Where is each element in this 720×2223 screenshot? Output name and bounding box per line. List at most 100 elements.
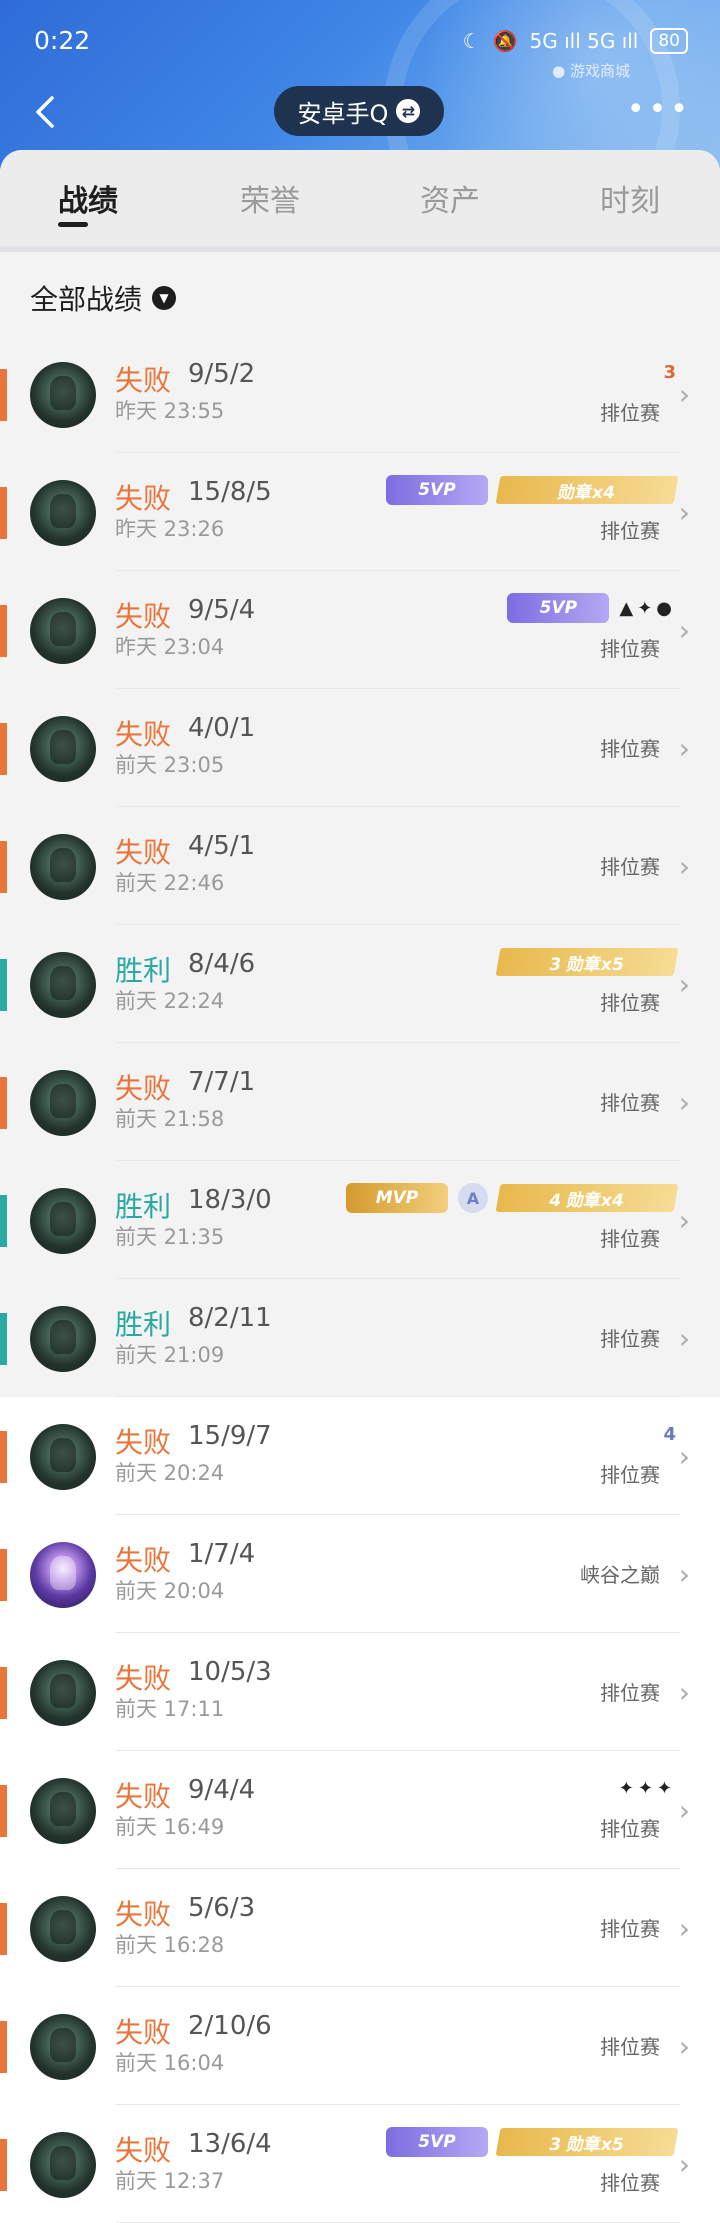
match-badges: 3 勋章x5 bbox=[495, 947, 679, 977]
result-indicator-bar bbox=[0, 369, 7, 421]
match-badges: MVP A 4 勋章x4 bbox=[346, 1183, 679, 1213]
streak-number: 3 bbox=[663, 361, 676, 383]
match-badges: 5VP 勋章x4 bbox=[386, 475, 679, 505]
match-time: 前天 22:24 bbox=[115, 989, 225, 1013]
chevron-right-icon: › bbox=[678, 614, 690, 647]
medal-badge: 4 勋章x4 bbox=[495, 1184, 679, 1212]
result-indicator-bar bbox=[0, 2139, 7, 2191]
match-kda: 8/4/6 bbox=[188, 949, 256, 979]
achievement-icons: ▲✦● bbox=[619, 597, 676, 619]
match-row[interactable]: 失败 10/5/3 前天 17:11 排位赛 › bbox=[0, 1633, 720, 1751]
match-kda: 5/6/3 bbox=[188, 1893, 256, 1923]
match-row[interactable]: 失败 7/7/1 前天 21:58 排位赛 › bbox=[0, 1043, 720, 1161]
chevron-right-icon: › bbox=[678, 2030, 690, 2063]
match-row[interactable]: 失败 9/5/2 昨天 23:55 排位赛 3 › bbox=[0, 335, 720, 453]
chevron-right-icon: › bbox=[678, 1558, 690, 1591]
match-result: 胜利 bbox=[115, 1308, 172, 1341]
chevron-right-icon: › bbox=[678, 1912, 690, 1945]
header-decoration-ring bbox=[384, 0, 680, 170]
match-mode: 排位赛 bbox=[600, 401, 660, 425]
chevron-right-icon: › bbox=[678, 1440, 690, 1473]
match-kda: 15/9/7 bbox=[188, 1421, 272, 1451]
match-result: 失败 bbox=[115, 600, 172, 633]
match-row[interactable]: 胜利 8/4/6 前天 22:24 排位赛 3 勋章x5 › bbox=[0, 925, 720, 1043]
tab-honor[interactable]: 荣誉 bbox=[240, 176, 300, 220]
status-icons: ☾ 🔕 5G ıll 5G ıll 80 bbox=[463, 28, 688, 54]
match-row[interactable]: 失败 5/6/3 前天 16:28 排位赛 › bbox=[0, 1869, 720, 1987]
match-result: 失败 bbox=[115, 1426, 172, 1459]
match-result: 失败 bbox=[115, 718, 172, 751]
match-result: 失败 bbox=[115, 2016, 172, 2049]
moon-icon: ☾ bbox=[462, 29, 481, 53]
match-time: 前天 17:11 bbox=[115, 1697, 225, 1721]
match-kda: 13/6/4 bbox=[188, 2129, 272, 2159]
hero-avatar bbox=[30, 362, 96, 428]
match-mode: 排位赛 bbox=[600, 1817, 660, 1841]
hero-avatar bbox=[30, 952, 96, 1018]
filter-dropdown[interactable]: 全部战绩 ▼ bbox=[30, 278, 177, 318]
match-row[interactable]: 胜利 8/2/11 前天 21:09 排位赛 › bbox=[0, 1279, 720, 1397]
filter-label: 全部战绩 bbox=[30, 283, 143, 316]
hero-avatar bbox=[30, 1306, 96, 1372]
medal-badge: 勋章x4 bbox=[495, 476, 679, 504]
result-indicator-bar bbox=[0, 1667, 7, 1719]
match-kda: 18/3/0 bbox=[188, 1185, 272, 1215]
hero-avatar bbox=[30, 480, 96, 546]
match-row[interactable]: 失败 2/10/6 前天 16:04 排位赛 › bbox=[0, 1987, 720, 2105]
match-row[interactable]: 失败 15/9/7 前天 20:24 排位赛 4 › bbox=[0, 1397, 720, 1515]
match-mode: 排位赛 bbox=[600, 2035, 660, 2059]
chevron-down-icon: ▼ bbox=[152, 286, 177, 310]
result-indicator-bar bbox=[0, 605, 7, 657]
svp-badge: 5VP bbox=[507, 593, 610, 623]
hero-avatar bbox=[30, 2014, 96, 2080]
match-mode: 排位赛 bbox=[600, 1227, 660, 1251]
match-row[interactable]: 失败 9/4/4 前天 16:49 排位赛 ✦✦✦ › bbox=[0, 1751, 720, 1869]
match-row[interactable]: 失败 1/7/4 前天 20:04 峡谷之巅 › bbox=[0, 1515, 720, 1633]
match-badges: ✦✦✦ bbox=[619, 1773, 676, 1803]
streak-number: 4 bbox=[663, 1423, 676, 1445]
match-result: 失败 bbox=[115, 836, 172, 869]
result-indicator-bar bbox=[0, 723, 7, 775]
match-kda: 10/5/3 bbox=[188, 1657, 272, 1687]
result-indicator-bar bbox=[0, 1313, 7, 1365]
match-row[interactable]: 失败 9/5/4 昨天 23:04 排位赛 5VP ▲✦● › bbox=[0, 571, 720, 689]
match-row[interactable]: 胜利 18/3/0 前天 21:35 排位赛 MVP A 4 勋章x4 › bbox=[0, 1161, 720, 1279]
tab-assets[interactable]: 资产 bbox=[420, 176, 480, 220]
account-name: 安卓手Q bbox=[297, 99, 389, 128]
result-indicator-bar bbox=[0, 487, 7, 539]
header: 0:22 ☾ 🔕 5G ıll 5G ıll 80 ● 游戏商城 安卓手Q ⇄ … bbox=[0, 0, 720, 170]
achievement-icons: ✦✦✦ bbox=[618, 1777, 676, 1799]
match-result: 失败 bbox=[115, 1544, 172, 1577]
hero-avatar bbox=[30, 1424, 96, 1490]
hero-avatar bbox=[30, 1188, 96, 1254]
match-mode: 排位赛 bbox=[600, 1327, 660, 1351]
match-kda: 15/8/5 bbox=[188, 477, 272, 507]
match-time: 昨天 23:04 bbox=[115, 635, 225, 659]
match-mode: 排位赛 bbox=[600, 737, 660, 761]
match-time: 前天 20:24 bbox=[115, 1461, 225, 1485]
svp-badge: 5VP bbox=[386, 475, 488, 505]
match-badges: 3 bbox=[663, 357, 676, 387]
signal-icon: 5G ıll 5G ıll bbox=[529, 29, 639, 53]
tab-bar: 战绩 荣誉 资产 时刻 bbox=[0, 150, 720, 252]
match-list: 失败 9/5/2 昨天 23:55 排位赛 3 › 失败 15/8/5 昨天 23:26 排位赛 5… bbox=[0, 335, 720, 2223]
match-result: 胜利 bbox=[115, 1190, 172, 1223]
mvp-badge: MVP bbox=[346, 1183, 448, 1213]
account-switch-button[interactable]: 安卓手Q ⇄ bbox=[274, 86, 444, 136]
match-kda: 7/7/1 bbox=[188, 1067, 256, 1097]
match-row[interactable]: 失败 13/6/4 前天 12:37 排位赛 5VP 3 勋章x5 › bbox=[0, 2105, 720, 2223]
result-indicator-bar bbox=[0, 1549, 7, 1601]
more-options-icon[interactable]: ••• bbox=[627, 95, 692, 125]
match-row[interactable]: 失败 15/8/5 昨天 23:26 排位赛 5VP 勋章x4 › bbox=[0, 453, 720, 571]
svp-badge: 5VP bbox=[386, 2127, 488, 2157]
chevron-right-icon: › bbox=[678, 1676, 690, 1709]
match-badges: 5VP 3 勋章x5 bbox=[386, 2127, 679, 2157]
result-indicator-bar bbox=[0, 1785, 7, 1837]
tab-moments[interactable]: 时刻 bbox=[600, 176, 660, 220]
chevron-right-icon: › bbox=[678, 1794, 690, 1827]
match-row[interactable]: 失败 4/0/1 前天 23:05 排位赛 › bbox=[0, 689, 720, 807]
match-result: 失败 bbox=[115, 1662, 172, 1695]
tab-record[interactable]: 战绩 bbox=[58, 176, 118, 220]
back-icon[interactable] bbox=[26, 92, 66, 132]
match-row[interactable]: 失败 4/5/1 前天 22:46 排位赛 › bbox=[0, 807, 720, 925]
